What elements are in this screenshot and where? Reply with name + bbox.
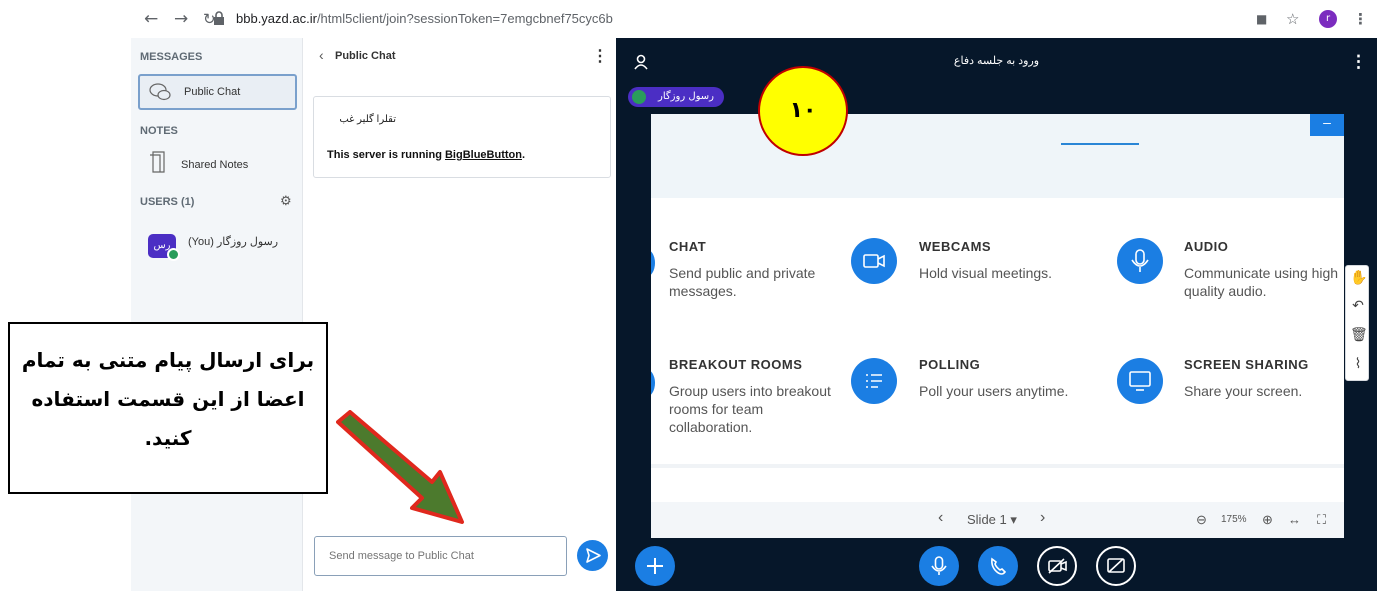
mute-button[interactable] <box>919 546 959 586</box>
meeting-title: ورود به جلسه دفاع <box>953 55 1040 67</box>
userlist-panel: MESSAGES Public Chat NOTES Shared Notes … <box>131 38 302 591</box>
microphone-icon <box>632 90 646 104</box>
screen-share-icon <box>1117 358 1163 404</box>
instruction-note: برای ارسال پیام متنی به تمام اعضا از این… <box>8 322 328 494</box>
chat-options-icon[interactable]: ⋮ <box>592 46 608 66</box>
arrow-annotation <box>336 410 464 524</box>
presentation-slide: – CHAT Send public and private messages.… <box>651 114 1344 538</box>
message-input-box[interactable] <box>314 536 567 576</box>
settings-gear-icon[interactable]: ⚙ <box>280 193 292 209</box>
presentation-area: ورود به جلسه دفاع ⋮ – CHAT Send public a… <box>616 38 1377 591</box>
slide-header-band <box>651 114 1344 198</box>
plus-icon <box>647 558 663 574</box>
lock-icon <box>214 11 224 25</box>
slide-underline <box>1061 143 1139 145</box>
leave-audio-button[interactable] <box>978 546 1018 586</box>
whiteboard-toolbar: ✋ ↶ 🗑 ⌇ <box>1345 265 1369 381</box>
camera-icon[interactable]: ■ <box>1256 12 1267 26</box>
step-number-badge: ۱۰ <box>758 66 848 156</box>
forward-icon[interactable]: → <box>174 9 188 29</box>
feature-title-polling: POLLING <box>919 357 981 372</box>
meeting-options-icon[interactable]: ⋮ <box>1350 52 1367 72</box>
zoom-out-icon[interactable]: ⊖ <box>1196 512 1207 528</box>
welcome-text: This server is running BigBlueButton. <box>327 149 525 161</box>
prev-slide-icon[interactable]: ‹ <box>938 509 943 527</box>
trash-icon[interactable]: 🗑 <box>1350 327 1368 343</box>
welcome-message: تقلرا گلیر غب This server is running Big… <box>313 96 611 178</box>
welcome-title: تقلرا گلیر غب <box>339 114 396 125</box>
profile-avatar[interactable]: r <box>1319 10 1337 28</box>
feature-desc-breakout: Group users into breakout rooms for team… <box>669 383 831 435</box>
welcome-text-suffix: . <box>521 149 526 161</box>
browser-toolbar: ← → ↻ bbb.yazd.ac.ir/html5client/join?se… <box>0 0 1377 38</box>
message-input[interactable] <box>315 537 566 575</box>
users-header: USERS (1) <box>140 196 195 208</box>
microphone-icon <box>1117 238 1163 284</box>
address-bar[interactable]: bbb.yazd.ac.ir/html5client/join?sessionT… <box>236 11 613 26</box>
chevron-left-icon[interactable]: ‹ <box>319 47 324 63</box>
presenter-chip: رسول روزگار <box>628 87 724 107</box>
shared-notes-label: Shared Notes <box>181 159 249 171</box>
chat-bubble-icon <box>149 83 171 101</box>
feature-desc-webcams: Hold visual meetings. <box>919 265 1053 281</box>
poll-icon <box>851 358 897 404</box>
actions-button[interactable] <box>635 546 675 586</box>
webcam-icon <box>851 238 897 284</box>
voice-status-icon <box>167 248 180 261</box>
next-slide-icon[interactable]: › <box>1040 509 1045 527</box>
public-chat-item[interactable]: Public Chat <box>138 74 297 110</box>
url-host: bbb.yazd.ac.ir <box>236 11 317 26</box>
public-chat-label: Public Chat <box>184 86 241 98</box>
notes-header: NOTES <box>140 125 178 137</box>
presenter-name: رسول روزگار <box>658 91 714 102</box>
slide-label: Slide 1 <box>967 512 1007 527</box>
fullscreen-icon[interactable]: ⛶ <box>1317 512 1326 528</box>
back-icon[interactable]: ← <box>144 9 158 29</box>
fit-width-icon[interactable]: ↔ <box>1288 512 1301 527</box>
screen-share-off-icon <box>1107 558 1125 573</box>
send-icon <box>586 548 601 563</box>
feature-title-audio: AUDIO <box>1184 239 1229 254</box>
feature-desc-screen-sharing: Share your screen. <box>1184 383 1303 399</box>
multi-user-whiteboard-icon[interactable]: ⌇ <box>1350 356 1366 372</box>
user-name: (You) رسول روزگار <box>188 236 279 248</box>
zoom-level: 175% <box>1221 514 1247 525</box>
microphone-icon <box>931 556 947 575</box>
send-button[interactable] <box>577 540 608 571</box>
feature-title-breakout: BREAKOUT ROOMS <box>669 357 803 372</box>
feature-title-chat: CHAT <box>669 239 707 254</box>
hand-tool-icon[interactable]: ✋ <box>1350 270 1367 286</box>
undo-icon[interactable]: ↶ <box>1350 298 1366 314</box>
star-icon[interactable]: ☆ <box>1286 10 1299 28</box>
feature-title-screen-sharing: SCREEN SHARING <box>1184 357 1309 372</box>
presentation-toolbar: ‹ Slide 1 ▾ › ⊖ 175% ⊕ ↔ ⛶ <box>651 502 1344 538</box>
minimize-presentation-button[interactable]: – <box>1310 114 1344 136</box>
feature-desc-audio: Communicate using high quality audio. <box>1184 265 1339 299</box>
zoom-in-icon[interactable]: ⊕ <box>1262 512 1273 528</box>
screen-share-button[interactable] <box>1096 546 1136 586</box>
feature-title-webcams: WEBCAMS <box>919 239 992 254</box>
messages-header: MESSAGES <box>140 51 203 63</box>
url-path: /html5client/join?sessionToken=7emgcbnef… <box>316 11 613 26</box>
chat-title[interactable]: Public Chat <box>335 50 396 62</box>
bigbluebutton-link[interactable]: BigBlueButton <box>445 149 522 161</box>
feature-desc-chat: Send public and private messages. <box>669 265 816 299</box>
phone-icon <box>991 557 1007 575</box>
welcome-text-prefix: This server is running <box>327 149 445 161</box>
partial-icon-circle <box>651 369 655 397</box>
browser-menu-icon[interactable]: ⋮ <box>1353 10 1368 28</box>
webcam-off-icon <box>1048 558 1067 574</box>
slide-separator <box>651 464 1344 468</box>
notes-icon <box>150 151 165 173</box>
feature-desc-polling: Poll your users anytime. <box>919 383 1069 399</box>
partial-icon-circle <box>651 249 655 277</box>
webcam-button[interactable] <box>1037 546 1077 586</box>
slide-select[interactable]: Slide 1 ▾ <box>967 512 1017 528</box>
